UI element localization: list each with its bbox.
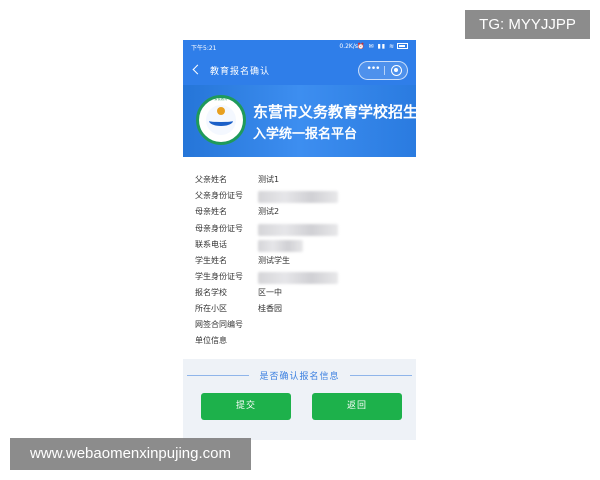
logo-text: 东营教育 bbox=[214, 97, 228, 101]
form-value: 桂香园 bbox=[258, 304, 282, 313]
battery-icon bbox=[397, 43, 408, 49]
form-value: 测试2 bbox=[258, 207, 280, 216]
form-label: 母亲身份证号 bbox=[195, 224, 243, 233]
status-speed: 0.2K/s bbox=[339, 43, 358, 50]
masked-value bbox=[258, 224, 338, 236]
platform-banner: 东营教育 东营市义务教育学校招生 入学统一报名平台 bbox=[183, 85, 416, 157]
form-value: 测试1 bbox=[258, 175, 280, 184]
education-logo: 东营教育 bbox=[196, 95, 246, 145]
status-time: 下午5:21 bbox=[191, 45, 217, 52]
form-label: 学生姓名 bbox=[195, 256, 227, 265]
submit-button[interactable]: 提交 bbox=[201, 393, 291, 420]
circle-close-icon[interactable] bbox=[391, 65, 402, 76]
form-label: 母亲姓名 bbox=[195, 207, 227, 216]
info-form: 父亲姓名 测试1 父亲身份证号 母亲姓名 测试2 母亲身份证号 联系电话 学生姓… bbox=[183, 157, 416, 392]
chevron-left-icon[interactable] bbox=[191, 62, 201, 78]
back-button[interactable]: 返回 bbox=[312, 393, 402, 420]
form-label: 所在小区 bbox=[195, 304, 227, 313]
form-label: 联系电话 bbox=[195, 240, 227, 249]
nav-bar: 教育报名确认 ••• bbox=[183, 55, 416, 85]
form-label: 报名学校 bbox=[195, 288, 227, 297]
form-value: 测试学生 bbox=[258, 256, 290, 265]
masked-value bbox=[258, 240, 303, 252]
banner-title-line1: 东营市义务教育学校招生 bbox=[253, 103, 416, 121]
form-label: 学生身份证号 bbox=[195, 272, 243, 281]
form-label: 父亲姓名 bbox=[195, 175, 227, 184]
phone-screen: 下午5:21 0.2K/s ⏰ ✉ ▮▮ ≋ 教育报名确认 ••• 东营教育 东… bbox=[183, 40, 416, 440]
form-label: 父亲身份证号 bbox=[195, 191, 243, 200]
status-bar: 下午5:21 0.2K/s ⏰ ✉ ▮▮ ≋ bbox=[183, 40, 416, 55]
form-value: 区一中 bbox=[258, 288, 282, 297]
banner-title-line2: 入学统一报名平台 bbox=[253, 127, 358, 142]
status-icon-glyphs: ⏰ ✉ ▮▮ ≋ bbox=[357, 43, 395, 50]
capsule-divider bbox=[384, 66, 385, 75]
confirm-question: 是否确认报名信息 bbox=[259, 372, 340, 382]
watermark-top: TG: MYYJJPP bbox=[465, 10, 590, 39]
masked-value bbox=[258, 191, 338, 203]
masked-value bbox=[258, 272, 338, 284]
page-title: 教育报名确认 bbox=[210, 67, 271, 77]
form-label: 网签合同编号 bbox=[195, 320, 243, 329]
status-icons: ⏰ ✉ ▮▮ ≋ bbox=[357, 43, 408, 50]
form-label: 单位信息 bbox=[195, 336, 227, 345]
screenshot-stage: TG: MYYJJPP 下午5:21 0.2K/s ⏰ ✉ ▮▮ ≋ 教育报名确… bbox=[0, 0, 600, 480]
more-dots-icon[interactable]: ••• bbox=[363, 62, 383, 79]
confirm-section: 是否确认报名信息 提交 返回 bbox=[183, 359, 416, 440]
miniprogram-capsule: ••• bbox=[358, 61, 408, 80]
watermark-bottom: www.webaomenxinpujing.com bbox=[10, 438, 251, 470]
